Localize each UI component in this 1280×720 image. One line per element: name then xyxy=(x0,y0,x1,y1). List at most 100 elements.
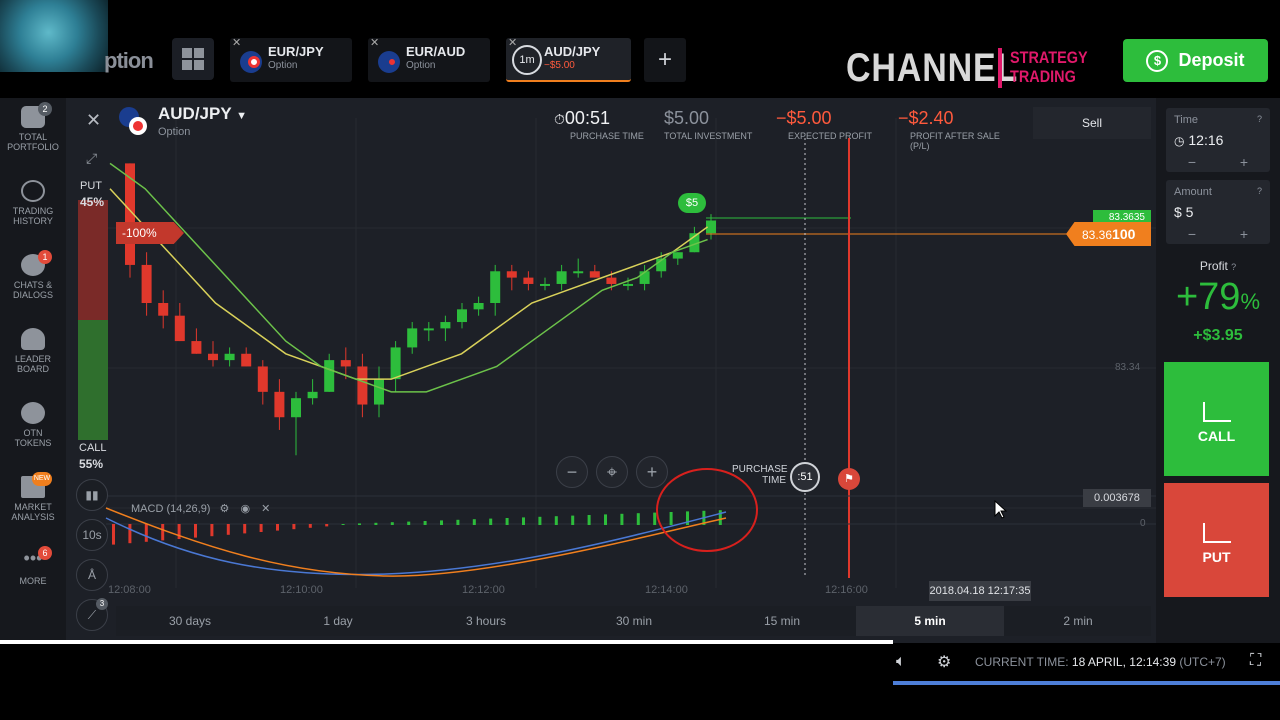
chart-type-button[interactable]: ▮▮ xyxy=(76,479,108,511)
amount-selector[interactable]: Amount ? $ 5 − + xyxy=(1166,180,1270,244)
timezone: (UTC+7) xyxy=(1179,655,1226,669)
status-progress xyxy=(893,681,1280,685)
call-percent: 55% xyxy=(79,457,104,471)
sidebar-label: MARKET xyxy=(14,502,52,512)
macd-histogram-bar xyxy=(440,520,443,525)
sidebar-item-chats[interactable]: 1 CHATS & DIALOGS xyxy=(0,250,66,300)
more-count-badge: 6 xyxy=(38,546,52,560)
macd-histogram-bar xyxy=(489,518,493,525)
put-button[interactable]: PUT xyxy=(1164,483,1269,597)
sidebar-label: TOKENS xyxy=(14,438,52,448)
fullscreen-icon[interactable]: ⛶ xyxy=(1250,652,1261,670)
help-icon[interactable]: ? xyxy=(1257,186,1262,196)
sidebar-item-market-analysis[interactable]: NEW MARKET ANALYSIS xyxy=(0,472,66,522)
center-chart-button[interactable]: ⌖ xyxy=(596,456,628,488)
tab-aud-jpy[interactable]: ✕ 1m AUD/JPY −$5.00 xyxy=(506,36,631,82)
call-button-label: CALL xyxy=(1197,428,1236,444)
time-selector[interactable]: Time ? ◷ 12:16 − + xyxy=(1166,108,1270,172)
video-progress-bar[interactable] xyxy=(0,640,893,644)
close-tab-icon[interactable]: ✕ xyxy=(370,36,379,49)
close-tab-icon[interactable]: ✕ xyxy=(232,36,241,49)
indicators-button[interactable]: Å xyxy=(76,559,108,591)
period-3-hours[interactable]: 3 hours xyxy=(412,606,560,636)
add-tab-button[interactable]: + xyxy=(644,38,686,82)
sidebar-label: ANALYSIS xyxy=(11,512,55,522)
macd-histogram-bar xyxy=(571,515,575,525)
tab-eur-aud[interactable]: ✕ EUR/AUD Option xyxy=(368,36,490,82)
asset-name: AUD/JPY xyxy=(158,104,232,123)
asset-type: Option xyxy=(158,126,191,138)
close-icon[interactable]: ✕ xyxy=(261,503,270,515)
asset-grid-button[interactable] xyxy=(172,38,214,80)
macd-histogram-bar xyxy=(407,521,411,525)
call-button[interactable]: CALL xyxy=(1164,362,1269,476)
chat-count-badge: 1 xyxy=(38,250,52,264)
zoom-in-button[interactable]: + xyxy=(636,456,668,488)
history-icon xyxy=(21,180,45,202)
sidebar-item-leader-board[interactable]: LEADER BOARD xyxy=(0,328,66,374)
speaker-icon[interactable]: 🔈︎ xyxy=(896,653,906,671)
zoom-out-button[interactable]: − xyxy=(556,456,588,488)
price-chart[interactable] xyxy=(66,98,1156,643)
time-decrease-button[interactable]: − xyxy=(1188,154,1196,170)
amount-decrease-button[interactable]: − xyxy=(1188,226,1196,242)
grid-icon xyxy=(182,48,204,70)
profit-percent: +79% xyxy=(1175,276,1261,318)
period-1-day[interactable]: 1 day xyxy=(264,606,412,636)
eye-icon[interactable]: ◉ xyxy=(240,503,250,515)
call-sentiment-bar xyxy=(78,320,108,440)
period-2-min[interactable]: 2 min xyxy=(1004,606,1152,636)
macd-histogram-bar xyxy=(177,524,181,539)
macd-histogram-bar xyxy=(161,524,165,541)
close-chart-icon[interactable]: ✕ xyxy=(86,110,101,131)
interval-button[interactable]: 10s xyxy=(76,519,108,551)
x-axis-tick: 12:14:00 xyxy=(645,584,688,596)
tab-eur-jpy[interactable]: ✕ EUR/JPY Option xyxy=(230,36,352,82)
candle-body xyxy=(606,277,617,284)
macd-histogram-bar xyxy=(636,513,640,525)
x-axis-tick: 12:12:00 xyxy=(462,584,505,596)
sidebar-item-otn-tokens[interactable]: OTN TOKENS xyxy=(0,402,66,448)
deposit-button[interactable]: $ Deposit xyxy=(1123,39,1268,82)
tab-subtitle: −$5.00 xyxy=(544,60,575,71)
profit-after-sale-label: PROFIT AFTER SALE xyxy=(910,131,1000,141)
amount-increase-button[interactable]: + xyxy=(1240,226,1248,242)
amount-steppers: − + xyxy=(1166,226,1270,242)
time-increase-button[interactable]: + xyxy=(1240,154,1248,170)
candle-body xyxy=(423,328,434,331)
top-bar: ption ✕ EUR/JPY Option ✕ EUR/AUD Option … xyxy=(0,0,1280,98)
macd-histogram-bar xyxy=(587,515,591,525)
help-icon[interactable]: ? xyxy=(1257,114,1262,124)
macd-histogram-bar xyxy=(341,524,345,525)
amount-input[interactable]: $ 5 xyxy=(1174,204,1193,220)
sidebar-item-more[interactable]: ••• 6 MORE xyxy=(0,546,66,586)
sidebar-item-total-portfolio[interactable]: 2 TOTAL PORTFOLIO xyxy=(0,102,66,152)
timer-icon: 1m xyxy=(512,45,542,75)
sidebar-item-trading-history[interactable]: TRADING HISTORY xyxy=(0,180,66,226)
macd-histogram-bar xyxy=(604,514,607,525)
candle-body xyxy=(556,271,567,284)
asset-selector[interactable]: AUD/JPY ▼ xyxy=(158,104,247,124)
period-15-min[interactable]: 15 min xyxy=(708,606,856,636)
macd-histogram-bar xyxy=(210,524,214,537)
period-5-min[interactable]: 5 min xyxy=(856,606,1004,636)
settings-gear-icon[interactable]: ⚙ xyxy=(937,652,951,672)
trophy-icon xyxy=(21,328,45,350)
chart-canvas[interactable] xyxy=(66,98,1156,643)
expected-profit-label: EXPECTED PROFIT xyxy=(788,131,873,141)
total-investment-stat: $5.00 TOTAL INVESTMENT xyxy=(664,108,752,141)
gear-icon[interactable]: ⚙ xyxy=(220,503,230,515)
help-icon[interactable]: ? xyxy=(1231,262,1236,272)
candle-body xyxy=(440,322,451,329)
sell-button[interactable]: Sell xyxy=(1033,107,1151,139)
candle-body xyxy=(324,360,335,392)
drawing-count-badge: 3 xyxy=(96,598,108,610)
expand-icon[interactable]: ⤢ xyxy=(86,150,97,167)
period-30-days[interactable]: 30 days xyxy=(116,606,264,636)
amount-label: Amount xyxy=(1174,186,1212,198)
purchase-timer: :51 xyxy=(790,462,820,492)
close-tab-icon[interactable]: ✕ xyxy=(508,36,517,49)
position-result-tag: -100% xyxy=(116,222,184,244)
period-30-min[interactable]: 30 min xyxy=(560,606,708,636)
candle-body xyxy=(623,283,633,286)
